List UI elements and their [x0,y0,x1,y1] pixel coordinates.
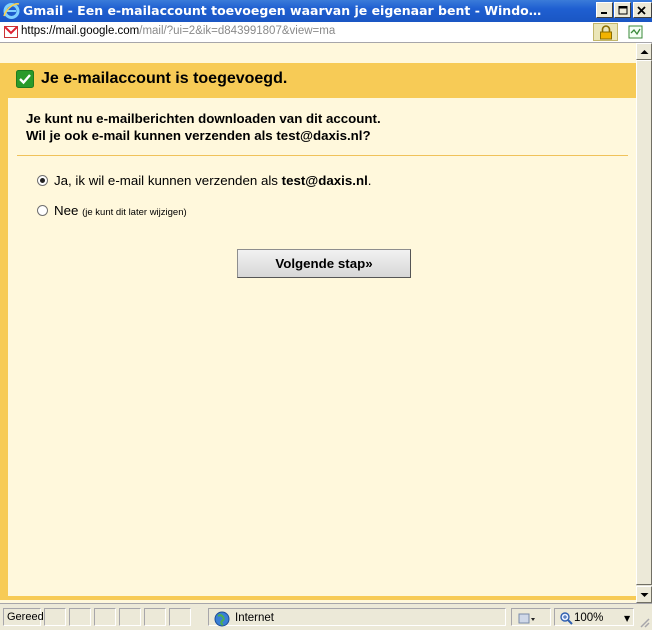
url-protocol: https:// [21,25,56,37]
success-header: Je e-mailaccount is toegevoegd. [8,63,636,98]
option-no[interactable]: Nee (je kunt dit later wijzigen) [37,203,187,218]
option-yes[interactable]: Ja, ik wil e-mail kunnen verzenden als t… [37,173,371,188]
dialog-content: Je e-mailaccount is toegevoegd. Je kunt … [0,43,636,603]
radio-no[interactable] [37,205,48,216]
compatibility-view-icon[interactable] [628,24,644,40]
window-titlebar[interactable]: Gmail - Een e-mailaccount toevoegen waar… [0,0,652,22]
check-icon [16,70,34,88]
option-yes-email: test@daxis.nl [281,173,368,188]
ie-logo-icon [3,3,20,19]
intro-line-1: Je kunt nu e-mailberichten downloaden va… [26,111,381,126]
close-icon [637,6,646,15]
address-bar[interactable]: https://mail.google.com/mail/?ui=2&ik=d8… [0,22,652,43]
option-no-note: (je kunt dit later wijzigen) [82,207,187,218]
lock-icon [600,25,612,40]
left-border-stripe [0,63,8,600]
zone-text: Internet [235,612,274,624]
url-text[interactable]: https://mail.google.com/mail/?ui=2&ik=d8… [21,25,335,37]
status-pane-empty [69,608,91,626]
option-yes-suffix: . [367,173,372,188]
bottom-border-stripe [8,596,636,600]
scroll-up-button[interactable] [636,43,652,60]
scroll-down-button[interactable] [636,586,652,603]
window-title: Gmail - Een e-mailaccount toevoegen waar… [23,3,543,18]
status-pane-empty [94,608,116,626]
zoom-dropdown-icon[interactable]: ▼ [624,614,630,623]
arrow-up-icon [640,50,649,54]
status-pane-empty [44,608,66,626]
intro-text: Je kunt nu e-mailberichten downloaden va… [26,110,381,144]
zoom-level: 100% [574,612,604,624]
close-button[interactable] [633,2,652,18]
maximize-icon [618,6,628,15]
arrow-down-icon [640,593,649,597]
status-text: Gereed [7,611,44,623]
minimize-button[interactable] [596,2,613,18]
status-bar: Gereed Internet 100% ▼ [0,603,652,630]
zoom-icon [560,612,573,625]
resize-grip-icon[interactable] [638,616,650,628]
url-path: /mail/?ui=2&ik=d843991807&view=ma [139,25,336,37]
security-lock-button[interactable] [593,23,618,41]
option-no-label: Nee [54,203,79,218]
status-pane-empty [169,608,191,626]
minimize-icon [601,12,607,14]
scrollbar-thumb[interactable] [636,60,652,585]
gmail-icon [4,26,18,38]
maximize-button[interactable] [614,2,631,18]
radio-yes[interactable] [37,175,48,186]
protected-mode-icon [518,613,535,624]
option-yes-prefix: Ja, ik wil e-mail kunnen verzenden als [54,173,282,188]
intro-line-2: Wil je ook e-mail kunnen verzenden als t… [26,128,371,143]
url-host: mail.google.com [55,25,140,37]
status-pane-empty [144,608,166,626]
vertical-scrollbar[interactable] [636,43,652,603]
success-heading: Je e-mailaccount is toegevoegd. [41,70,288,87]
status-pane: Gereed [3,608,44,626]
globe-icon [214,611,230,627]
next-step-button[interactable]: Volgende stap» [237,249,411,278]
divider [17,155,628,156]
status-pane-empty [119,608,141,626]
